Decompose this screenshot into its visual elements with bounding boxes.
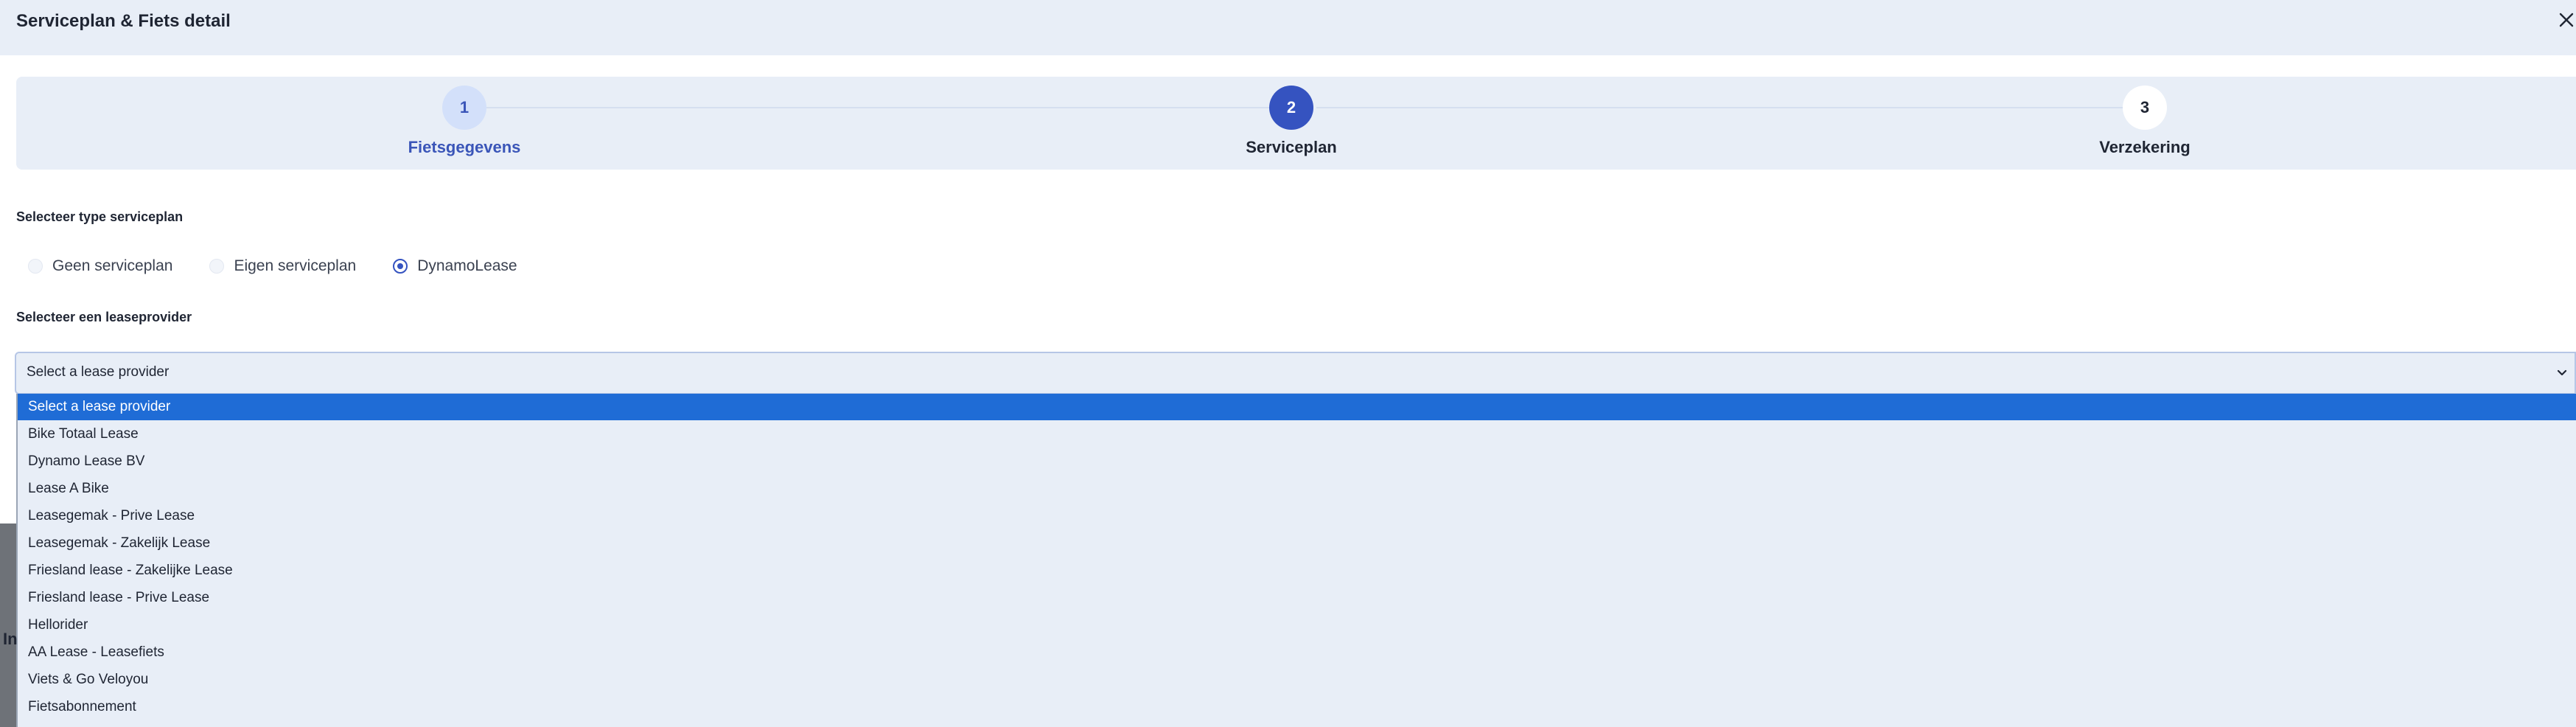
dropdown-option[interactable]: Hellorider [18, 612, 2576, 639]
step-number: 3 [2123, 86, 2167, 130]
dropdown-option[interactable]: Bike Totaal Lease [18, 421, 2576, 448]
serviceplan-radio-group: Geen serviceplan Eigen serviceplan Dynam… [28, 255, 517, 277]
dropdown-option[interactable]: Viets & Go Veloyou [18, 667, 2576, 693]
dropdown-option[interactable]: Leasegemak - Zakelijk Lease [18, 530, 2576, 557]
radio-label: Eigen serviceplan [234, 257, 357, 274]
step-connector [1316, 107, 2136, 108]
step-connector [450, 107, 1269, 108]
radio-geen-serviceplan[interactable]: Geen serviceplan [28, 257, 172, 275]
modal-title: Serviceplan & Fiets detail [16, 11, 231, 31]
dropdown-option[interactable]: Dynamo Lease BV [18, 448, 2576, 475]
step-verzekering[interactable]: 3 Verzekering [2056, 86, 2233, 158]
step-serviceplan[interactable]: 2 Serviceplan [1203, 86, 1380, 158]
stepper: 1 Fietsgegevens 2 Serviceplan 3 Verzeker… [16, 77, 2576, 170]
radio-label: DynamoLease [417, 257, 517, 274]
dropdown-option[interactable]: Friesland lease - Prive Lease [18, 585, 2576, 611]
dropdown-option[interactable]: AA Lease - Leasefiets [18, 639, 2576, 666]
dropdown-option[interactable]: Friesland lease - Zakelijke Lease [18, 557, 2576, 584]
select-value: Select a lease provider [27, 364, 170, 380]
page-backdrop: In [0, 523, 18, 727]
chevron-down-icon [2557, 369, 2567, 376]
close-button[interactable] [2556, 10, 2576, 30]
radio-eigen-serviceplan[interactable]: Eigen serviceplan [209, 257, 356, 275]
step-label: Fietsgegevens [408, 138, 521, 156]
dropdown-option[interactable]: Select a lease provider [18, 394, 2576, 420]
dropdown-option[interactable]: Fietsabonnement [18, 694, 2576, 720]
radio-circle-checked[interactable] [393, 259, 408, 274]
radio-dynamolease[interactable]: DynamoLease [393, 257, 517, 275]
dropdown-option[interactable]: Lease A Bike [18, 476, 2576, 502]
serviceplan-type-label: Selecteer type serviceplan [16, 209, 184, 224]
step-label: Verzekering [2099, 138, 2191, 156]
step-number: 2 [1269, 86, 1313, 130]
dropdown-option[interactable]: Leasegemak - Prive Lease [18, 503, 2576, 529]
step-fietsgegevens[interactable]: 1 Fietsgegevens [376, 86, 553, 158]
backdrop-text-fragment: In [3, 630, 18, 648]
radio-circle[interactable] [28, 259, 43, 274]
step-label: Serviceplan [1246, 138, 1337, 156]
close-icon [2559, 13, 2574, 27]
serviceplan-modal: Serviceplan & Fiets detail 1 Fietsgegeve… [0, 0, 2576, 727]
leaseprovider-dropdown: Select a lease provider Bike Totaal Leas… [16, 394, 2576, 727]
leaseprovider-select[interactable]: Select a lease provider [15, 352, 2576, 394]
radio-label: Geen serviceplan [52, 257, 173, 274]
modal-header: Serviceplan & Fiets detail [0, 0, 2576, 55]
leaseprovider-label: Selecteer een leaseprovider [16, 310, 192, 324]
radio-circle[interactable] [209, 259, 225, 274]
step-number: 1 [442, 86, 486, 130]
